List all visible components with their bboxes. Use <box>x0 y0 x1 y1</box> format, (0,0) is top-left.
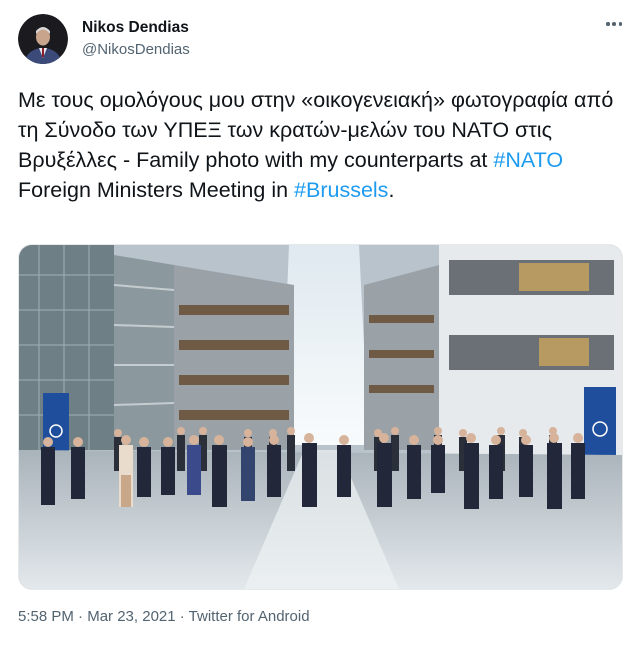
tweet-source[interactable]: Twitter for Android <box>189 608 310 625</box>
tweet-date[interactable]: Mar 23, 2021 <box>87 608 175 625</box>
tweet-photo[interactable] <box>18 244 623 590</box>
author-handle[interactable]: @NikosDendias <box>82 41 190 58</box>
tweet-card: Nikos Dendias @NikosDendias Με τους ομολ… <box>0 0 640 647</box>
more-dot <box>612 22 616 26</box>
hashtag-brussels-link[interactable]: #Brussels <box>294 178 388 202</box>
tweet-time[interactable]: 5:58 PM <box>18 608 74 625</box>
hashtag-nato-link[interactable]: #NATO <box>493 148 563 172</box>
avatar[interactable] <box>18 14 68 64</box>
meta-separator: · <box>175 608 189 625</box>
tweet-text-end: . <box>388 178 395 202</box>
meta-separator: · <box>73 608 88 625</box>
tweet-text: Με τους ομολόγους μου στην «οικογενειακή… <box>18 85 623 205</box>
more-dot <box>606 22 610 26</box>
more-dot <box>618 22 622 26</box>
family-photo-image <box>19 245 622 589</box>
tweet-text-middle: Foreign Ministers Meeting in <box>18 178 295 202</box>
avatar-image <box>18 14 68 64</box>
tweet-meta: 5:58 PM · Mar 23, 2021 · Twitter for And… <box>18 608 310 625</box>
more-options-icon[interactable] <box>606 14 622 34</box>
author-display-name[interactable]: Nikos Dendias <box>82 19 189 37</box>
